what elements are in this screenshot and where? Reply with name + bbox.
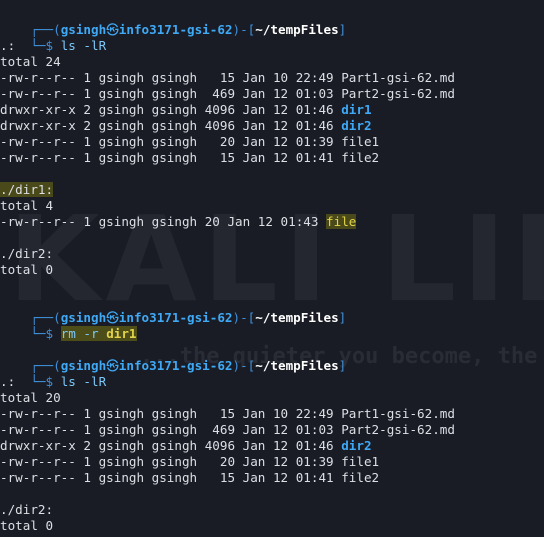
output-line: .:: [0, 374, 16, 389]
skull-icon: ㉿: [106, 358, 119, 373]
file-row: -rw-r--r-- 1 gsingh gsingh 20 Jan 12 01:…: [0, 214, 357, 229]
file-name: file1: [341, 454, 380, 469]
prompt-frame-bottom: └─$: [30, 38, 61, 53]
command-line: └─$ ls -lR: [0, 22, 106, 53]
subdir-header: ./dir1:: [0, 182, 54, 198]
skull-icon: ㉿: [106, 22, 119, 37]
prompt-host: info3171-gsi-62: [118, 358, 233, 373]
file-name: Part2-gsi-62.md: [341, 422, 455, 437]
output-line: total 4: [0, 198, 54, 213]
file-row: -rw-r--r-- 1 gsingh gsingh 15 Jan 10 22:…: [0, 70, 455, 85]
dir-row: drwxr-xr-x 2 gsingh gsingh 4096 Jan 12 0…: [0, 118, 372, 133]
command-text: rm -r: [60, 326, 107, 341]
file-row: -rw-r--r-- 1 gsingh gsingh 15 Jan 12 01:…: [0, 150, 380, 165]
command-line: └─$ rm -r dir1: [0, 310, 137, 341]
prompt-line: ┌──(gsingh㉿info3171-gsi-62)-[~/tempFiles…: [30, 358, 347, 373]
file-name: Part1-gsi-62.md: [341, 70, 455, 85]
terminal-window[interactable]: KALI LINUX ...the quieter you become, th…: [0, 0, 544, 537]
output-line: total 0: [0, 518, 54, 533]
file-row: -rw-r--r-- 1 gsingh gsingh 15 Jan 12 01:…: [0, 470, 380, 485]
output-line: total 24: [0, 54, 61, 69]
dir-name: dir1: [341, 102, 372, 117]
prompt-cwd: ~/tempFiles: [255, 310, 339, 325]
prompt-cwd: ~/tempFiles: [255, 22, 339, 37]
output-line: total 0: [0, 262, 54, 277]
file-name: Part2-gsi-62.md: [341, 86, 455, 101]
command-line: └─$ ls -lR: [0, 358, 106, 389]
prompt-line: ┌──(gsingh㉿info3171-gsi-62)-[~/tempFiles…: [30, 310, 347, 325]
file-row: -rw-r--r-- 1 gsingh gsingh 20 Jan 12 01:…: [0, 134, 380, 149]
prompt-host: info3171-gsi-62: [118, 22, 233, 37]
file-row: -rw-r--r-- 1 gsingh gsingh 469 Jan 12 01…: [0, 86, 455, 101]
output-line: total 20: [0, 390, 61, 405]
highlighted-file-name: file: [326, 214, 357, 229]
file-row: -rw-r--r-- 1 gsingh gsingh 15 Jan 10 22:…: [0, 406, 455, 421]
prompt-cwd: ~/tempFiles: [255, 358, 339, 373]
prompt-frame-bottom: └─$: [30, 326, 61, 341]
command-argument: dir1: [106, 326, 137, 341]
file-row: -rw-r--r-- 1 gsingh gsingh 20 Jan 12 01:…: [0, 454, 380, 469]
dir-row: drwxr-xr-x 2 gsingh gsingh 4096 Jan 12 0…: [0, 102, 372, 117]
highlighted-dir1-header: ./dir1:: [0, 182, 54, 197]
file-name: file1: [341, 134, 380, 149]
dir-name: dir2: [341, 118, 372, 133]
prompt-frame-bottom: └─$: [30, 374, 61, 389]
output-line: .:: [0, 38, 16, 53]
subdir-header: ./dir2:: [0, 502, 54, 517]
file-name: Part1-gsi-62.md: [341, 406, 455, 421]
dir-row: drwxr-xr-x 2 gsingh gsingh 4096 Jan 12 0…: [0, 438, 372, 453]
file-name: file2: [341, 470, 380, 485]
command-text: ls -lR: [60, 38, 107, 53]
file-row: -rw-r--r-- 1 gsingh gsingh 469 Jan 12 01…: [0, 422, 455, 437]
subdir-header: ./dir2:: [0, 246, 54, 261]
command-text: ls -lR: [60, 374, 107, 389]
file-name: file2: [341, 150, 380, 165]
dir-name: dir2: [341, 438, 372, 453]
prompt-line: ┌──(gsingh㉿info3171-gsi-62)-[~/tempFiles…: [30, 22, 347, 37]
